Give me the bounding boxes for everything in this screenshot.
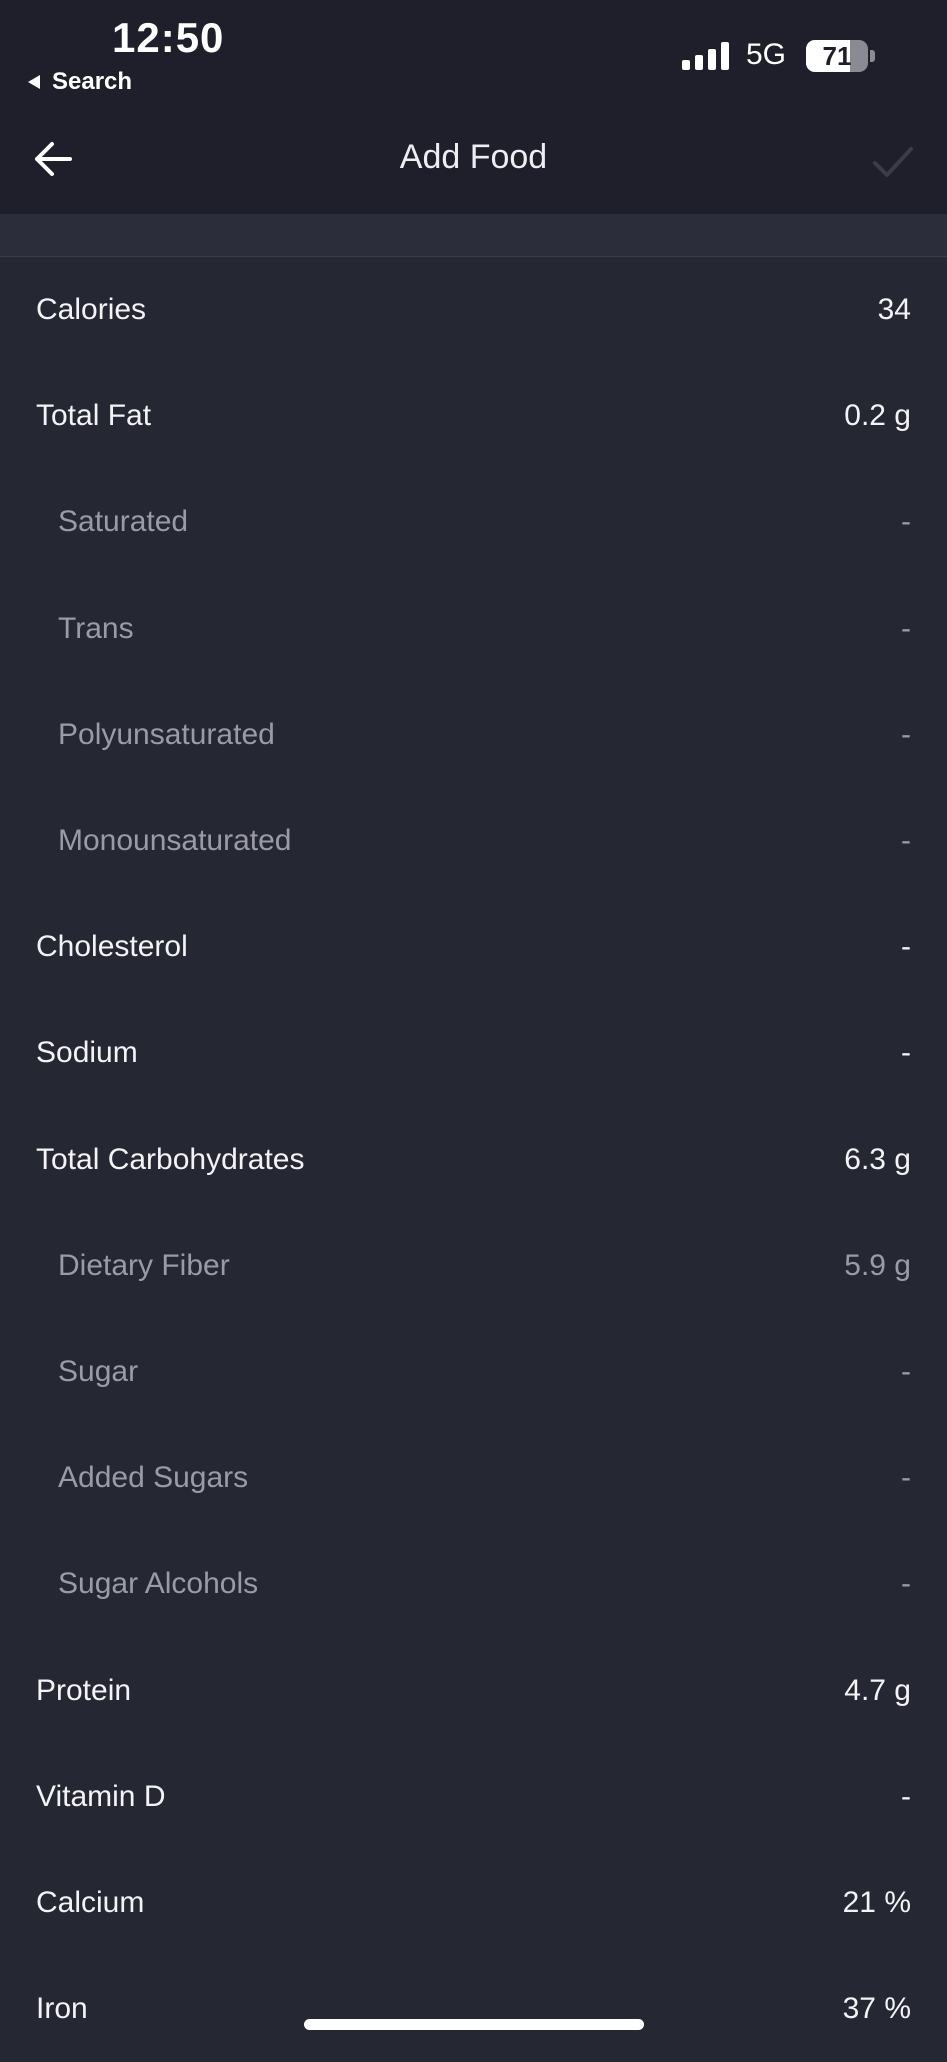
- nutrient-label: Sodium: [36, 1036, 138, 1070]
- nutrient-value: 34: [877, 293, 911, 327]
- nutrition-row[interactable]: Protein 4.7 g: [0, 1637, 947, 1743]
- nutrient-value: 21 %: [842, 1885, 911, 1919]
- nutrient-label: Trans: [58, 611, 134, 645]
- network-type: 5G: [746, 38, 787, 71]
- nutrient-label: Vitamin D: [36, 1779, 166, 1813]
- nutrition-row[interactable]: Total Fat 0.2 g: [0, 363, 947, 469]
- nutrient-value: -: [901, 930, 911, 964]
- nutrient-value: -: [901, 1036, 911, 1070]
- nutrition-list: Calories 34 Total Fat 0.2 g Saturated - Trans -…: [0, 257, 947, 2062]
- nutrient-label: Calories: [36, 293, 147, 327]
- nutrient-value: 6.3 g: [844, 1142, 911, 1176]
- nutrient-label: Protein: [36, 1673, 132, 1707]
- nutrient-label: Total Fat: [36, 399, 152, 433]
- back-triangle-icon: [28, 75, 40, 89]
- nutrition-row[interactable]: Dietary Fiber 5.9 g: [0, 1213, 947, 1319]
- nutrient-label: Polyunsaturated: [58, 717, 275, 751]
- status-bar: 12:50 Search 5G 71: [0, 0, 947, 100]
- checkmark-icon[interactable]: [872, 144, 914, 180]
- nutrient-value: 0.2 g: [844, 399, 911, 433]
- nutrient-value: -: [901, 1354, 911, 1388]
- nutrient-value: -: [901, 1779, 911, 1813]
- status-time: 12:50: [112, 14, 225, 61]
- nutrient-label: Dietary Fiber: [58, 1248, 230, 1282]
- nutrition-row[interactable]: Calories 34: [0, 257, 947, 363]
- nutrient-label: Monounsaturated: [58, 824, 292, 858]
- nutrient-label: Sugar: [58, 1354, 139, 1388]
- nutrient-label: Calcium: [36, 1885, 145, 1919]
- nutrient-value: -: [901, 717, 911, 751]
- nutrition-row[interactable]: Sugar -: [0, 1319, 947, 1425]
- nutrition-row[interactable]: Cholesterol -: [0, 894, 947, 1000]
- battery-percent: 71: [822, 41, 852, 71]
- nutrition-row[interactable]: Polyunsaturated -: [0, 682, 947, 788]
- nutrient-value: 4.7 g: [844, 1673, 911, 1707]
- nutrition-row[interactable]: Iron 37 %: [0, 1956, 947, 2062]
- nutrient-value: -: [901, 611, 911, 645]
- nutrition-row[interactable]: Sodium -: [0, 1000, 947, 1106]
- navigation-bar: Add Food: [0, 100, 947, 214]
- nutrient-label: Iron: [36, 1992, 88, 2026]
- nutrient-value: -: [901, 1461, 911, 1495]
- nutrition-row[interactable]: Monounsaturated -: [0, 788, 947, 894]
- nutrition-row[interactable]: Saturated -: [0, 469, 947, 575]
- nutrient-label: Sugar Alcohols: [58, 1567, 259, 1601]
- nutrition-row[interactable]: Calcium 21 %: [0, 1850, 947, 1956]
- nutrition-row[interactable]: Trans -: [0, 576, 947, 682]
- nutrient-label: Cholesterol: [36, 930, 188, 964]
- nutrition-row[interactable]: Total Carbohydrates 6.3 g: [0, 1107, 947, 1213]
- back-to-search-link[interactable]: Search: [28, 68, 132, 96]
- back-app-label: Search: [52, 68, 133, 95]
- nutrition-row[interactable]: Vitamin D -: [0, 1744, 947, 1850]
- nutrition-row[interactable]: Sugar Alcohols -: [0, 1531, 947, 1637]
- nutrient-value: 37 %: [842, 1992, 911, 2026]
- nutrient-value: -: [901, 1567, 911, 1601]
- nutrient-label: Total Carbohydrates: [36, 1142, 305, 1176]
- nutrient-value: -: [901, 824, 911, 858]
- page-title: Add Food: [399, 138, 548, 176]
- battery-tip: [870, 50, 875, 62]
- home-indicator[interactable]: [304, 2019, 644, 2030]
- nutrient-label: Added Sugars: [58, 1461, 249, 1495]
- nutrient-label: Saturated: [58, 505, 189, 539]
- nutrient-value: -: [901, 505, 911, 539]
- nutrition-row[interactable]: Added Sugars -: [0, 1425, 947, 1531]
- cellular-signal-icon: [682, 40, 729, 70]
- nutrient-value: 5.9 g: [844, 1248, 911, 1282]
- section-divider: [0, 214, 947, 257]
- battery-icon: 71: [806, 40, 868, 72]
